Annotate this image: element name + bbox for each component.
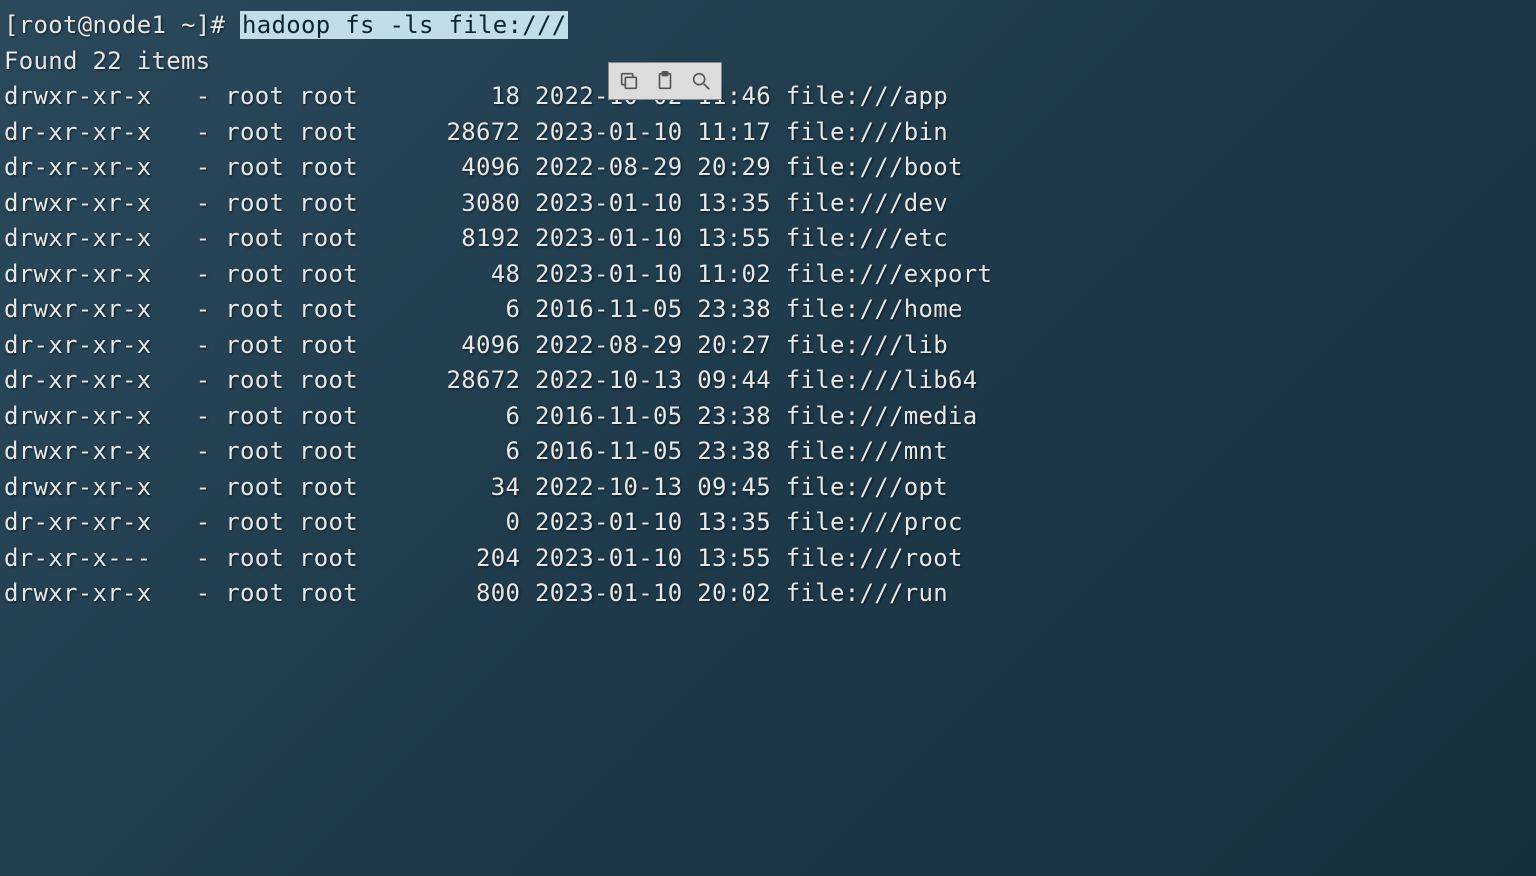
listing-row: drwxr-xr-x - root root 8192 2023-01-10 1… xyxy=(4,221,1532,257)
listing-row: drwxr-xr-x - root root 3080 2023-01-10 1… xyxy=(4,186,1532,222)
listing-row: dr-xr-xr-x - root root 28672 2023-01-10 … xyxy=(4,115,1532,151)
listing-row: dr-xr-xr-x - root root 4096 2022-08-29 2… xyxy=(4,328,1532,364)
listing-summary: Found 22 items xyxy=(4,44,1532,80)
listing-row: dr-xr-xr-x - root root 4096 2022-08-29 2… xyxy=(4,150,1532,186)
search-icon[interactable] xyxy=(683,65,719,97)
listing-row: drwxr-xr-x - root root 6 2016-11-05 23:3… xyxy=(4,434,1532,470)
listing-row: dr-xr-x--- - root root 204 2023-01-10 13… xyxy=(4,541,1532,577)
shell-command[interactable]: hadoop fs -ls file:/// xyxy=(240,11,568,39)
listing-row: drwxr-xr-x - root root 6 2016-11-05 23:3… xyxy=(4,292,1532,328)
paste-icon[interactable] xyxy=(647,65,683,97)
copy-icon[interactable] xyxy=(611,65,647,97)
listing-row: drwxr-xr-x - root root 34 2022-10-13 09:… xyxy=(4,470,1532,506)
file-listing: drwxr-xr-x - root root 18 2022-10-02 11:… xyxy=(4,79,1532,612)
shell-prompt: [root@node1 ~]# xyxy=(4,11,240,39)
listing-row: drwxr-xr-x - root root 48 2023-01-10 11:… xyxy=(4,257,1532,293)
listing-row: drwxr-xr-x - root root 6 2016-11-05 23:3… xyxy=(4,399,1532,435)
listing-row: dr-xr-xr-x - root root 28672 2022-10-13 … xyxy=(4,363,1532,399)
listing-row: dr-xr-xr-x - root root 0 2023-01-10 13:3… xyxy=(4,505,1532,541)
shell-prompt-line: [root@node1 ~]# hadoop fs -ls file:/// xyxy=(4,8,1532,44)
listing-row: drwxr-xr-x - root root 800 2023-01-10 20… xyxy=(4,576,1532,612)
selection-toolbar xyxy=(608,62,722,100)
listing-row: drwxr-xr-x - root root 18 2022-10-02 11:… xyxy=(4,79,1532,115)
